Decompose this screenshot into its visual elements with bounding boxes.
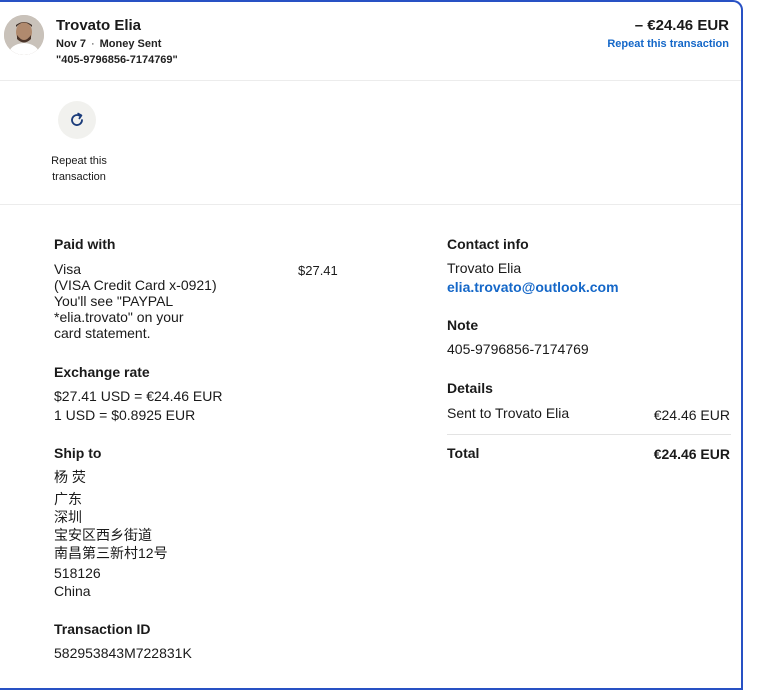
statement-line-1: You'll see "PAYPAL — [54, 293, 174, 309]
ship-to-line: 深圳 — [54, 509, 82, 525]
transaction-amount: – €24.46 EUR — [634, 17, 729, 34]
ship-to-title: Ship to — [54, 445, 102, 461]
payment-card: (VISA Credit Card x-0921) — [54, 277, 217, 293]
repeat-transaction-label[interactable]: Repeat this transaction — [44, 153, 114, 185]
total-label: Total — [447, 445, 480, 461]
transaction-meta: Nov 7 · Money Sent — [56, 38, 161, 50]
ship-to-line: 宝安区西乡街道 — [54, 527, 152, 543]
total-amount: €24.46 EUR — [653, 446, 730, 462]
contact-info-title: Contact info — [447, 236, 529, 252]
note-title: Note — [447, 317, 479, 333]
exchange-rate-line-2: 1 USD = $0.8925 EUR — [54, 407, 196, 423]
meta-separator: · — [90, 38, 95, 50]
exchange-rate-title: Exchange rate — [54, 364, 150, 380]
details-label: Sent to Trovato Elia — [447, 405, 570, 421]
details-title: Details — [447, 380, 493, 396]
contact-email-link[interactable]: elia.trovato@outlook.com — [447, 279, 619, 295]
total-divider — [447, 434, 731, 435]
paid-amount: $27.41 — [298, 263, 338, 278]
ship-to-line: 518126 — [54, 565, 101, 581]
details-amount: €24.46 EUR — [653, 407, 730, 423]
exchange-rate-line-1: $27.41 USD = €24.46 EUR — [54, 388, 223, 404]
paid-with-title: Paid with — [54, 236, 116, 252]
transaction-header: Trovato Elia Nov 7 · Money Sent "405-97968… — [0, 0, 741, 81]
avatar — [4, 15, 44, 55]
note-value: 405-9796856-7174769 — [447, 341, 589, 357]
action-bar: Repeat this transaction — [0, 81, 741, 205]
payment-method: Visa — [54, 261, 81, 277]
transaction-id-title: Transaction ID — [54, 621, 151, 637]
refresh-icon — [71, 112, 83, 126]
ship-to-line: China — [54, 583, 91, 599]
transaction-date: Nov 7 — [56, 38, 86, 50]
recipient-name: Trovato Elia — [56, 17, 142, 34]
ship-to-line: 广东 — [54, 491, 82, 507]
ship-to-line: 杨 荧 — [54, 469, 86, 485]
statement-line-2: *elia.trovato" on your — [54, 309, 184, 325]
transaction-type: Money Sent — [99, 38, 162, 50]
contact-name: Trovato Elia — [447, 260, 522, 276]
repeat-transaction-link[interactable]: Repeat this transaction — [607, 38, 729, 50]
note-reference: "405-9796856-7174769" — [56, 54, 178, 66]
transaction-id: 582953843M722831K — [54, 645, 192, 661]
repeat-transaction-button[interactable] — [58, 101, 96, 139]
ship-to-line: 南昌第三新村12号 — [54, 545, 168, 561]
statement-line-3: card statement. — [54, 325, 151, 341]
avatar-photo-icon — [4, 15, 44, 55]
